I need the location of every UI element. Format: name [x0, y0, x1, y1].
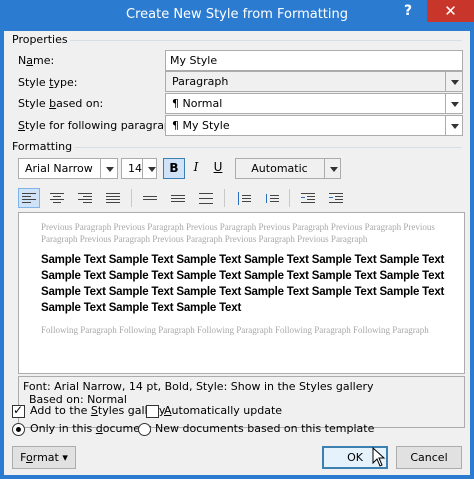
sample-text-line: Sample Text Sample Text Sample Text Samp… — [41, 254, 445, 266]
align-center-button[interactable] — [46, 188, 68, 208]
style-preview: Previous Paragraph Previous Paragraph Pr… — [18, 212, 465, 374]
mouse-pointer-icon — [372, 447, 386, 467]
bold-button[interactable]: B — [163, 158, 185, 179]
style-following-label: Style for following paragraph: — [18, 119, 182, 132]
decrease-spacing-icon — [264, 192, 279, 205]
decrease-indent-icon — [301, 192, 316, 205]
name-input[interactable]: My Style — [165, 50, 463, 71]
toolbar-separator — [131, 189, 132, 207]
font-size-select[interactable]: 14 — [121, 158, 157, 179]
double-spacing-icon — [199, 192, 214, 205]
name-label: Name: — [18, 54, 55, 67]
space-before-decrease-button[interactable] — [260, 188, 282, 208]
sample-text-line: Sample Text Sample Text Sample Text — [41, 302, 242, 314]
space-before-increase-button[interactable] — [232, 188, 254, 208]
underline-button[interactable]: U — [207, 158, 229, 179]
auto-update-checkbox[interactable] — [146, 405, 159, 418]
font-select[interactable]: Arial Narrow — [18, 158, 118, 179]
description-line: Font: Arial Narrow, 14 pt, Bold, Style: … — [23, 380, 374, 393]
close-button[interactable]: ✕ — [427, 0, 474, 22]
chevron-down-icon — [445, 116, 462, 135]
format-button[interactable]: Format ▾ — [12, 446, 76, 469]
chevron-down-icon — [324, 159, 340, 178]
add-to-gallery-checkbox[interactable] — [12, 403, 25, 418]
chevron-down-icon — [445, 94, 462, 113]
align-left-button[interactable] — [18, 188, 40, 208]
double-spacing-button[interactable] — [195, 188, 217, 208]
toolbar-separator — [289, 189, 290, 207]
style-type-value: Paragraph — [172, 75, 229, 88]
sample-text-line: Sample Text Sample Text Sample Text Samp… — [41, 286, 445, 298]
title-bar[interactable]: Create New Style from Formatting ? ✕ — [0, 0, 474, 31]
increase-indent-icon — [329, 192, 344, 205]
font-color-value: Automatic — [251, 162, 308, 175]
properties-divider — [70, 40, 462, 41]
only-this-document-radio[interactable] — [12, 423, 25, 436]
style-based-on-value: ¶ Normal — [172, 97, 223, 110]
following-paragraph-line: Following Paragraph Following Paragraph … — [41, 325, 429, 335]
one-half-spacing-icon — [171, 192, 186, 205]
style-following-value: ¶ My Style — [172, 119, 230, 132]
new-documents-radio[interactable] — [138, 423, 151, 436]
decrease-indent-button[interactable] — [297, 188, 319, 208]
chevron-down-icon: ▾ — [62, 451, 68, 464]
cancel-button[interactable]: Cancel — [396, 446, 462, 469]
properties-group-label: Properties — [10, 33, 70, 46]
align-center-icon — [50, 192, 65, 205]
single-spacing-icon — [143, 192, 158, 205]
italic-button[interactable]: I — [185, 158, 207, 179]
style-type-label: Style type: — [18, 76, 78, 89]
increase-indent-button[interactable] — [325, 188, 347, 208]
justify-icon — [106, 192, 121, 205]
dialog-window: Create New Style from Formatting ? ✕ Pro… — [0, 0, 474, 479]
single-spacing-button[interactable] — [139, 188, 161, 208]
auto-update-label[interactable]: Automatically update — [164, 404, 282, 417]
sample-text-line: Sample Text Sample Text Sample Text Samp… — [41, 270, 445, 282]
formatting-divider — [70, 147, 462, 148]
chevron-down-icon — [445, 72, 462, 91]
font-size-value: 14 — [128, 162, 142, 175]
only-this-document-label[interactable]: Only in this document — [30, 422, 151, 435]
style-based-on-label: Style based on: — [18, 97, 104, 110]
align-right-button[interactable] — [74, 188, 96, 208]
dialog-body: Properties Name: My Style Style type: Pa… — [4, 31, 470, 475]
align-right-icon — [78, 192, 93, 205]
help-button[interactable]: ? — [395, 0, 421, 22]
one-half-spacing-button[interactable] — [167, 188, 189, 208]
style-description: Font: Arial Narrow, 14 pt, Bold, Style: … — [18, 376, 465, 428]
formatting-group-label: Formatting — [10, 140, 75, 153]
previous-paragraph-line: Paragraph Previous Paragraph Previous Pa… — [41, 234, 368, 244]
font-color-select[interactable]: Automatic — [235, 158, 341, 179]
style-based-on-select[interactable]: ¶ Normal — [165, 93, 463, 114]
new-documents-label[interactable]: New documents based on this template — [155, 422, 374, 435]
font-value: Arial Narrow — [25, 162, 93, 175]
chevron-down-icon — [100, 159, 117, 178]
increase-spacing-icon — [236, 192, 251, 205]
chevron-down-icon — [142, 159, 156, 178]
align-left-icon — [22, 192, 37, 205]
style-following-select[interactable]: ¶ My Style — [165, 115, 463, 136]
justify-button[interactable] — [102, 188, 124, 208]
toolbar-separator — [224, 189, 225, 207]
style-type-select[interactable]: Paragraph — [165, 71, 463, 92]
